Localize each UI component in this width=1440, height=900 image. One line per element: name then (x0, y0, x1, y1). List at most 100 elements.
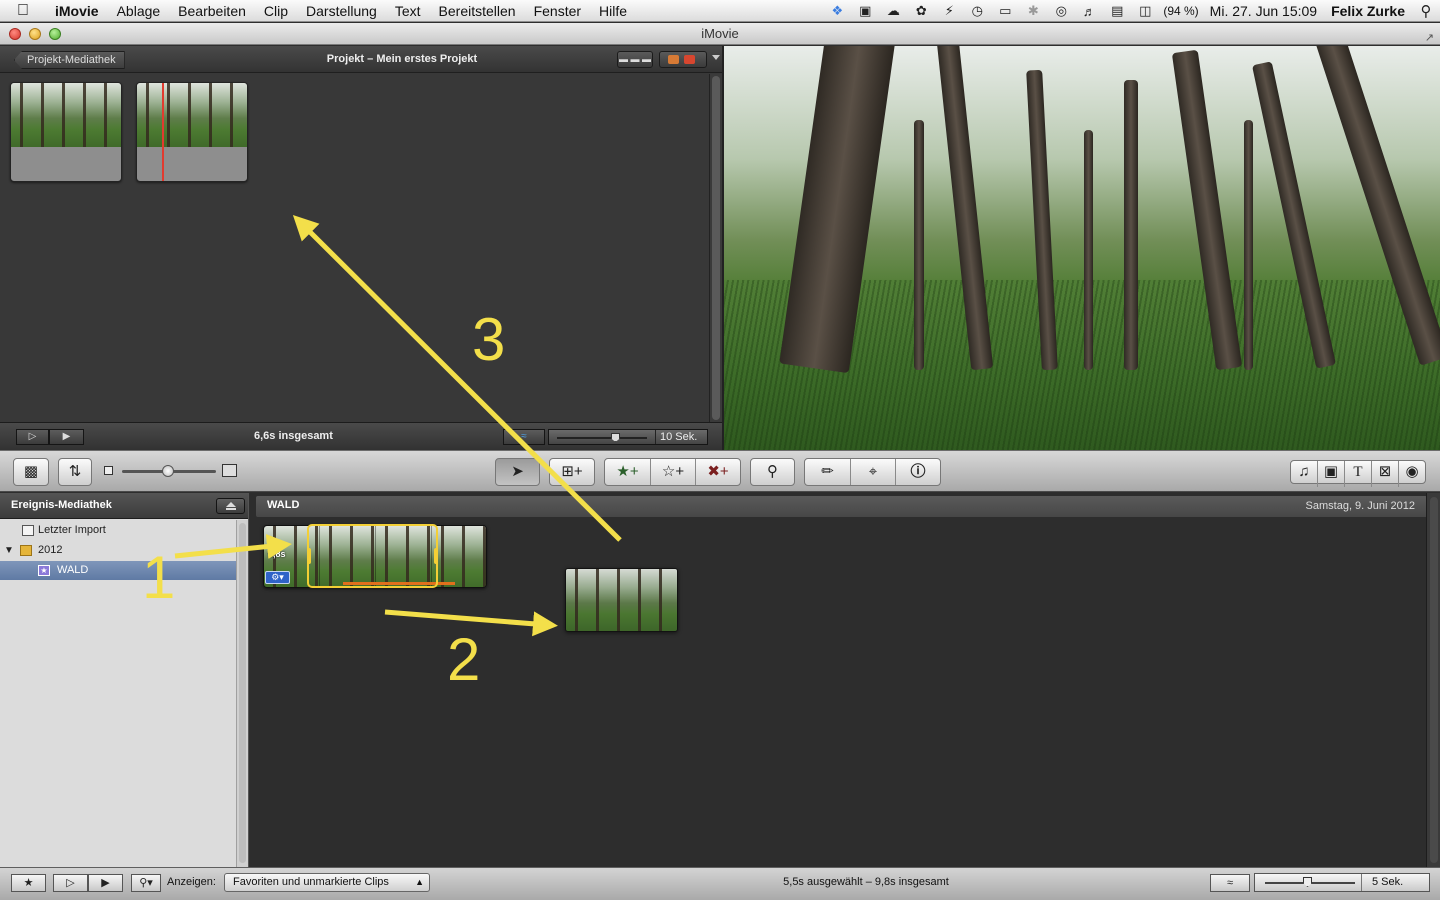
project-scrollbar[interactable] (709, 74, 722, 422)
menu-bereitstellen[interactable]: Bereitstellen (430, 3, 525, 19)
user-name[interactable]: Felix Zurke (1324, 3, 1412, 19)
viewer-tree (914, 120, 924, 370)
dragged-clip-thumbnail[interactable] (565, 568, 678, 632)
mark-favorite-button[interactable]: ★+ (605, 459, 651, 485)
dropbox-icon[interactable]: ❖ (823, 3, 851, 19)
menu-darstellung[interactable]: Darstellung (297, 3, 386, 19)
monitor-icon[interactable]: ▭ (991, 3, 1019, 19)
apple-menu-icon[interactable]:  (0, 2, 46, 20)
viewer-tree (1244, 120, 1253, 370)
project-view-toggle[interactable]: ▬ ▬ ▬ (617, 51, 653, 68)
selection-handle-right[interactable] (434, 548, 438, 564)
keyboard-icon[interactable]: ▤ (1103, 3, 1131, 19)
play-project-button[interactable]: ▶ (49, 429, 84, 445)
eject-icon[interactable] (216, 498, 245, 514)
star-import-button[interactable]: ★ (11, 874, 46, 892)
voiceover-microphone-button[interactable]: ✏ (805, 459, 851, 485)
large-thumbnail-icon (222, 464, 237, 477)
clip-frame-image (137, 83, 247, 147)
project-clip-thumbnail[interactable] (10, 82, 122, 182)
filmstrip-frame (432, 526, 486, 587)
menu-fenster[interactable]: Fenster (525, 3, 590, 19)
library-item-letzter-import[interactable]: Letzter Import (0, 521, 236, 540)
library-item-wald[interactable]: ★ WALD (0, 561, 236, 580)
scroll-thumb[interactable] (239, 523, 246, 863)
small-thumbnail-icon (104, 466, 113, 475)
globe-map-icon[interactable]: ◉ (1399, 461, 1425, 487)
annotation-label-1: 1 (142, 544, 176, 611)
selection-handle-left[interactable] (307, 548, 311, 564)
music-icon[interactable]: ♫ (1291, 461, 1318, 487)
photo-camera-icon[interactable]: ▣ (1318, 461, 1345, 487)
clock[interactable]: Mi. 27. Jun 15:09 (1203, 3, 1324, 19)
viewer-tree (1124, 80, 1138, 370)
comment-markers-button[interactable] (659, 51, 707, 68)
playhead[interactable] (162, 83, 164, 181)
annotation-label-2: 2 (447, 626, 481, 693)
unmark-button[interactable]: ☆+ (651, 459, 696, 485)
menu-ablage[interactable]: Ablage (108, 3, 170, 19)
paw-icon[interactable]: ✿ (907, 3, 935, 19)
transitions-icon[interactable]: ⊠ (1372, 461, 1399, 487)
minimize-window-button[interactable] (29, 28, 41, 40)
volume-icon[interactable]: ♬ (1075, 4, 1103, 19)
browser-toggle-buttons: ♫ ▣ T ⊠ ◉ (1290, 460, 1426, 487)
waveform-icon[interactable]: ≈ (503, 429, 545, 445)
camera-import-button[interactable]: ▩ (13, 458, 49, 486)
battery-icon[interactable]: ◫ (1131, 3, 1159, 19)
crop-button[interactable]: ⌖ (851, 459, 896, 485)
zoom-window-button[interactable] (49, 28, 61, 40)
clip-selection-range[interactable] (307, 524, 438, 588)
slider-knob[interactable] (611, 433, 620, 442)
select-tool-button[interactable]: ➤ (495, 458, 540, 486)
slider-knob[interactable] (1303, 877, 1312, 887)
display-mirror-icon[interactable]: ▣ (851, 3, 879, 19)
bolt-icon[interactable]: ⚡ (935, 3, 963, 19)
audio-waveform-toggle-icon[interactable]: ≈ (1210, 874, 1250, 892)
add-to-project-button[interactable]: ⊞+ (549, 458, 595, 486)
library-scrollbar[interactable] (236, 520, 248, 867)
keyword-button[interactable]: ⚲ (750, 458, 795, 486)
swap-panes-button[interactable]: ⇅ (58, 458, 92, 486)
event-name: WALD (267, 499, 300, 511)
close-window-button[interactable] (9, 28, 21, 40)
menu-app[interactable]: iMovie (46, 3, 108, 19)
star-event-icon: ★ (38, 565, 50, 576)
event-library: Ereignis-Mediathek Letzter Import ▼ 2012… (0, 493, 249, 867)
library-item-label: 2012 (38, 544, 63, 556)
scroll-thumb[interactable] (712, 76, 720, 420)
cloud-icon[interactable]: ☁ (879, 3, 907, 19)
project-library-button[interactable]: Projekt-Mediathek (14, 51, 125, 69)
clip-frame-image (11, 83, 121, 147)
menu-bearbeiten[interactable]: Bearbeiten (169, 3, 255, 19)
menu-hilfe[interactable]: Hilfe (590, 3, 636, 19)
time-machine-icon[interactable]: ◷ (963, 3, 991, 19)
menu-text[interactable]: Text (386, 3, 430, 19)
browser-scrollbar[interactable] (1426, 493, 1440, 867)
show-filter-select[interactable]: Favoriten und unmarkierte Clips ▲ (224, 873, 430, 892)
disclosure-triangle-icon[interactable]: ▼ (4, 541, 14, 560)
project-zoom-slider[interactable]: 10 Sek. (548, 429, 708, 445)
scroll-thumb[interactable] (1430, 497, 1438, 863)
bluetooth-icon[interactable]: ✱ (1019, 3, 1047, 19)
project-clip-thumbnail[interactable] (136, 82, 248, 182)
reject-button[interactable]: ✖+ (696, 459, 740, 485)
title-text-icon[interactable]: T (1345, 461, 1372, 487)
clip-action-gear-button[interactable]: ⚙▾ (265, 571, 290, 584)
project-duration: 6,6s insgesamt (254, 430, 333, 442)
play-event-button[interactable]: ▶ (88, 874, 123, 892)
search-icon[interactable]: ⚲▾ (131, 874, 161, 892)
library-item-2012[interactable]: ▼ 2012 (0, 541, 236, 560)
rating-buttons: ★+ ☆+ ✖+ (604, 458, 741, 486)
menu-clip[interactable]: Clip (255, 3, 297, 19)
slider-knob[interactable] (162, 465, 174, 477)
thumbnail-size-slider[interactable] (104, 463, 238, 479)
play-fullscreen-button[interactable]: ▷ (16, 429, 49, 445)
inspector-info-button[interactable]: ⓘ (896, 459, 940, 485)
play-fullscreen-button[interactable]: ▷ (53, 874, 88, 892)
library-item-label: Letzter Import (38, 524, 106, 536)
wifi-icon[interactable]: ◎ (1047, 3, 1075, 19)
spotlight-search-icon[interactable]: ⚲ (1412, 2, 1440, 20)
chevron-down-icon[interactable] (712, 55, 720, 60)
browser-zoom-slider[interactable]: 5 Sek. (1254, 873, 1430, 892)
